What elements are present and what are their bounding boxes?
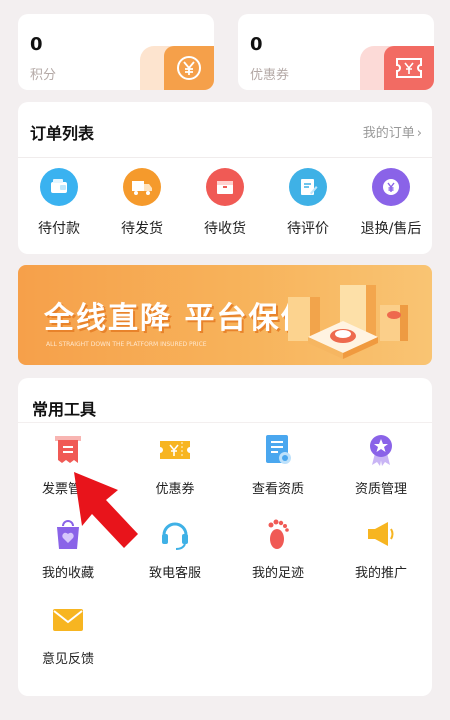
tool-label: 查看资质 [251, 482, 304, 497]
award-icon [363, 432, 399, 468]
tool-footprints[interactable]: 我的足迹 [230, 516, 326, 581]
orders-card: 订单列表 我的订单 › 待付款 待发货 待收货 待评价 退换/售后 [18, 102, 432, 254]
tool-feedback[interactable]: 意见反馈 [20, 602, 116, 667]
headset-icon [157, 516, 193, 552]
order-status-label: 待收货 [204, 221, 246, 237]
order-status-pending-receipt[interactable]: 待收货 [184, 168, 266, 238]
coupon-icon [157, 432, 193, 468]
tool-label: 意见反馈 [41, 652, 94, 667]
coupon-card[interactable]: 0 优惠券 [238, 14, 434, 90]
edit-note-icon [289, 168, 327, 206]
yen-coin-icon [164, 46, 214, 90]
certificate-icon [260, 432, 296, 468]
order-status-label: 退换/售后 [360, 221, 422, 237]
points-value: 0 [30, 34, 43, 55]
coupon-value: 0 [250, 34, 263, 55]
tool-label: 我的收藏 [41, 566, 94, 581]
tool-label: 我的足迹 [251, 566, 304, 581]
promo-banner[interactable]: 全线直降 平台保价 ALL STRAIGHT DOWN THE PLATFORM… [18, 265, 432, 365]
tool-manage-qualifications[interactable]: 资质管理 [333, 432, 429, 497]
order-status-pending-shipment[interactable]: 待发货 [101, 168, 183, 238]
points-label: 积分 [30, 68, 57, 83]
tool-label: 致电客服 [148, 566, 201, 581]
tool-view-qualifications[interactable]: 查看资质 [230, 432, 326, 497]
order-status-pending-payment[interactable]: 待付款 [18, 168, 100, 238]
tool-label: 资质管理 [354, 482, 407, 497]
wallet-icon [40, 168, 78, 206]
chevron-right-icon: › [416, 126, 422, 141]
divider [18, 422, 432, 423]
invoice-icon [50, 432, 86, 468]
megaphone-icon [363, 516, 399, 552]
orders-title: 订单列表 [30, 124, 95, 143]
banner-subline: ALL STRAIGHT DOWN THE PLATFORM INSURED P… [46, 341, 207, 348]
order-status-after-sales[interactable]: 退换/售后 [350, 168, 432, 238]
order-status-pending-review[interactable]: 待评价 [267, 168, 349, 238]
ticket-icon [384, 46, 434, 90]
tool-label: 我的推广 [354, 566, 407, 581]
order-status-label: 待付款 [38, 221, 80, 237]
banner-illustration [288, 285, 408, 359]
tools-title: 常用工具 [32, 400, 97, 419]
coupon-label: 优惠券 [250, 68, 290, 83]
divider [18, 157, 432, 158]
my-orders-label: 我的订单 [362, 126, 415, 141]
box-icon [206, 168, 244, 206]
tool-promotion[interactable]: 我的推广 [333, 516, 429, 581]
order-status-label: 待发货 [121, 221, 163, 237]
annotation-arrow [74, 472, 138, 548]
my-orders-link[interactable]: 我的订单 › [363, 122, 422, 141]
points-card[interactable]: 0 积分 [18, 14, 214, 90]
order-status-label: 待评价 [287, 221, 329, 237]
yen-return-icon [372, 168, 410, 206]
mail-icon [50, 602, 86, 638]
truck-icon [123, 168, 161, 206]
footprint-icon [260, 516, 296, 552]
